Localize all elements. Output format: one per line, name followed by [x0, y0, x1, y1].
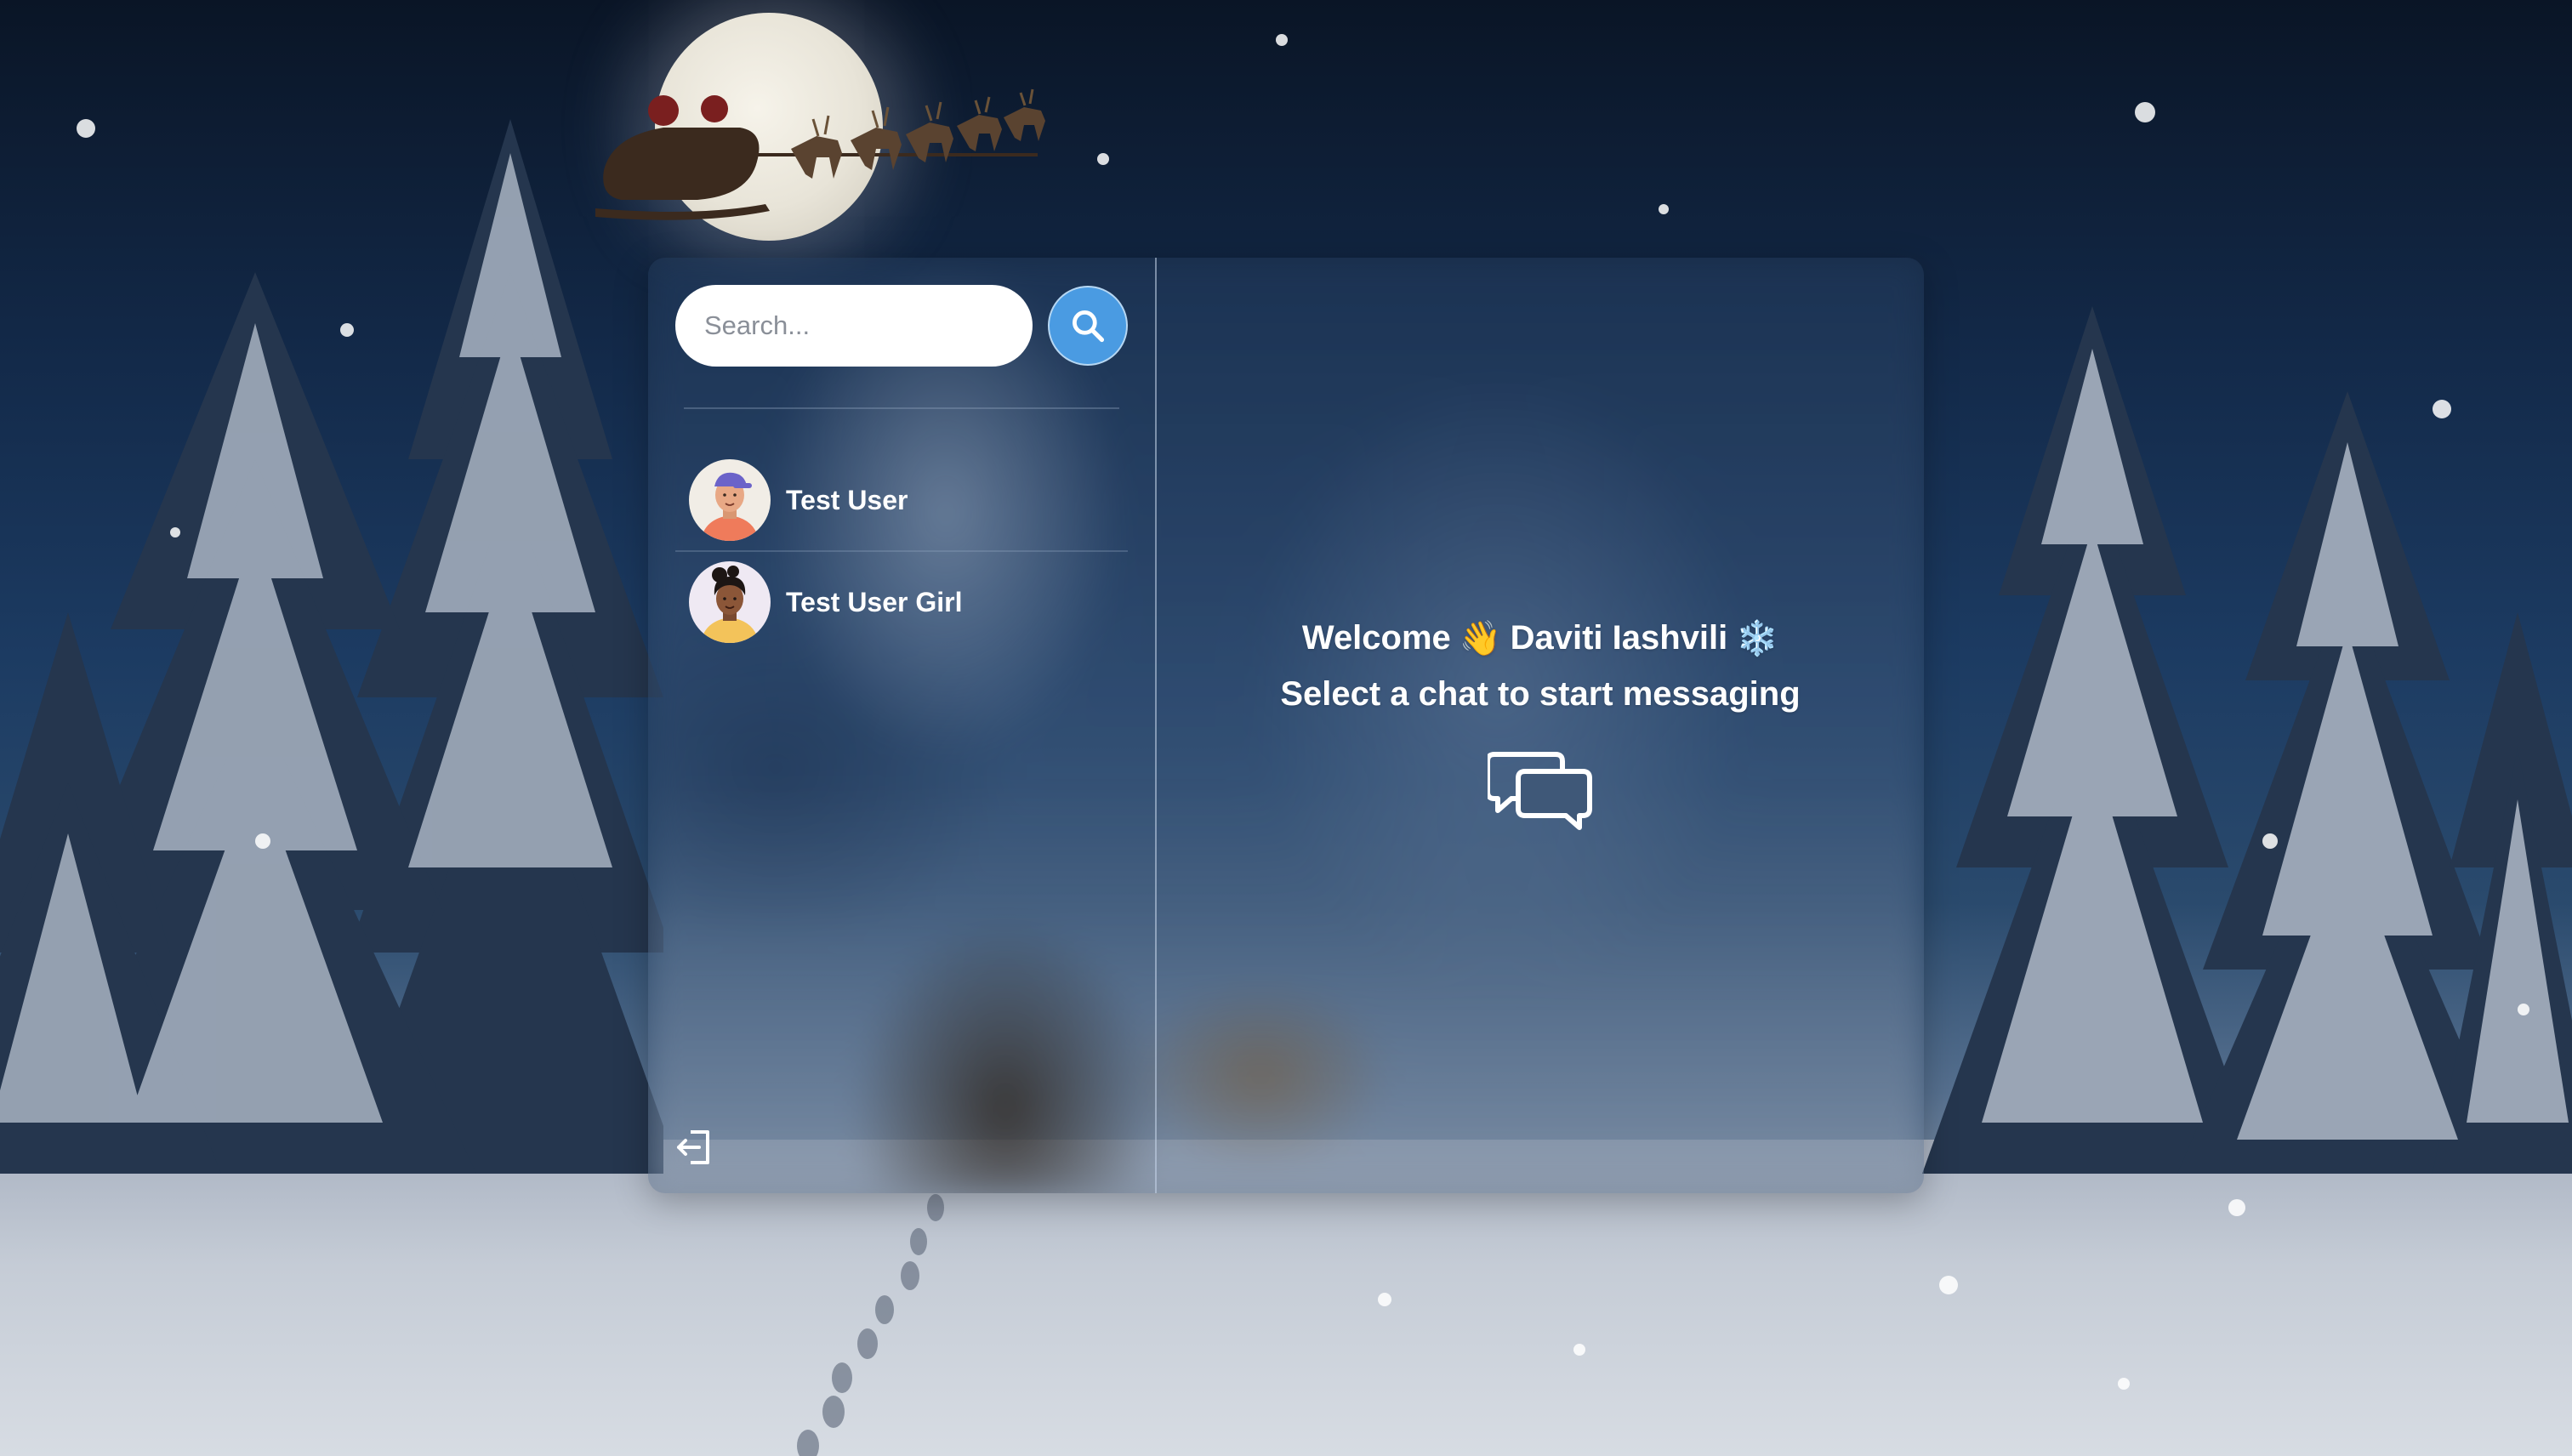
sidebar: Test User [648, 258, 1157, 1193]
pine-trees-right [1922, 306, 2572, 1174]
footprints [797, 1194, 944, 1456]
snowflake [1939, 1276, 1958, 1294]
avatar-boy [689, 459, 771, 541]
wave-emoji: 👋 [1459, 620, 1502, 657]
avatar [689, 459, 771, 541]
search-bar [675, 285, 1128, 367]
main-panel: Welcome 👋 Daviti Iashvili ❄️ Select a ch… [1157, 258, 1924, 1193]
chat-app-panel: Test User [648, 258, 1924, 1193]
santa-sleigh-silhouette [595, 88, 1045, 220]
contact-name: Test User [786, 484, 908, 515]
contact-name: Test User Girl [786, 586, 963, 617]
chat-bubbles-icon [1488, 752, 1592, 830]
user-name: Daviti Iashvili [1510, 619, 1728, 657]
snowflake [2118, 1378, 2130, 1390]
snowflake [2262, 833, 2278, 849]
logout-button[interactable] [674, 1127, 714, 1168]
snowflake [255, 833, 270, 849]
logout-icon [677, 1130, 709, 1164]
snowflake [2433, 400, 2451, 418]
search-button[interactable] [1048, 286, 1128, 366]
snowflake [2518, 1004, 2529, 1015]
welcome-prefix: Welcome [1301, 619, 1451, 657]
snowflake [340, 323, 354, 337]
snowflake [2135, 102, 2155, 122]
snowflake [1573, 1344, 1585, 1356]
select-chat-prompt: Select a chat to start messaging [1280, 675, 1801, 713]
contact-list: Test User Test User Girl [675, 450, 1128, 652]
snowflake [170, 527, 180, 537]
snowflake [1097, 153, 1109, 165]
contact-item[interactable]: Test User Girl [675, 550, 1128, 652]
pine-trees-left [0, 119, 663, 1174]
welcome-message: Welcome 👋 Daviti Iashvili ❄️ [1302, 618, 1778, 658]
snowflake [77, 119, 95, 138]
search-input[interactable] [675, 285, 1033, 367]
snowflake [1378, 1293, 1391, 1306]
snowflake [1659, 204, 1669, 214]
contact-item[interactable]: Test User [675, 450, 1128, 550]
search-icon [1073, 310, 1105, 343]
sidebar-divider [684, 407, 1119, 409]
snowflake [1276, 34, 1288, 46]
avatar-girl [689, 561, 771, 643]
snowflake-emoji: ❄️ [1736, 620, 1779, 657]
avatar [689, 561, 771, 643]
snowflake [2228, 1199, 2245, 1216]
